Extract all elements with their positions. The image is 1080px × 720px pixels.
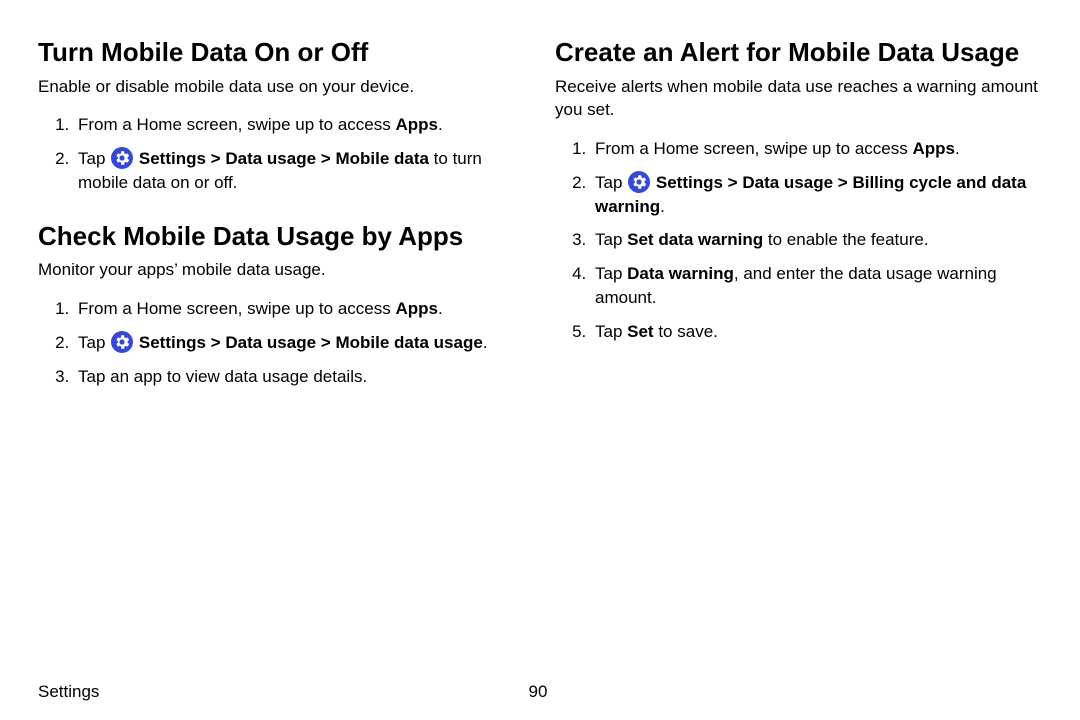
text: Tap — [78, 149, 110, 168]
intro-turn-data: Enable or disable mobile data use on you… — [38, 75, 525, 99]
right-column: Create an Alert for Mobile Data Usage Re… — [555, 30, 1042, 720]
intro-create-alert: Receive alerts when mobile data use reac… — [555, 75, 1042, 123]
step: Tap Settings > Data usage > Billing cycl… — [591, 166, 1042, 224]
bold-set: Set — [627, 322, 653, 341]
bold-apps: Apps — [395, 115, 438, 134]
text: . — [955, 139, 960, 158]
bold-mobiledata: Mobile data — [331, 149, 429, 168]
bold-datausage: Data usage — [738, 173, 833, 192]
text: . — [438, 115, 443, 134]
bold-mobileusage: Mobile data usage — [331, 333, 483, 352]
step: Tap Settings > Data usage > Mobile data … — [74, 142, 525, 200]
bold-settings: Settings — [134, 333, 206, 352]
text: . — [660, 197, 665, 216]
text: Tap — [595, 322, 627, 341]
step: Tap Set to save. — [591, 315, 1042, 349]
step: From a Home screen, swipe up to access A… — [74, 108, 525, 142]
step: From a Home screen, swipe up to access A… — [591, 132, 1042, 166]
text: Tap — [78, 333, 110, 352]
bold-datausage: Data usage — [221, 333, 316, 352]
chevron-icon: > — [321, 149, 331, 168]
step: Tap Set data warning to enable the featu… — [591, 223, 1042, 257]
steps-turn-data: From a Home screen, swipe up to access A… — [38, 108, 525, 199]
settings-icon — [111, 147, 133, 169]
step: Tap Settings > Data usage > Mobile data … — [74, 326, 525, 360]
text: to enable the feature. — [763, 230, 928, 249]
text: Tap — [595, 230, 627, 249]
page-number: 90 — [38, 682, 1038, 702]
chevron-icon: > — [211, 333, 221, 352]
page-footer: Settings 90 — [38, 682, 1038, 702]
settings-icon — [628, 171, 650, 193]
left-column: Turn Mobile Data On or Off Enable or dis… — [38, 30, 525, 720]
steps-check-usage: From a Home screen, swipe up to access A… — [38, 292, 525, 393]
heading-turn-data: Turn Mobile Data On or Off — [38, 36, 525, 69]
text: From a Home screen, swipe up to access — [78, 299, 395, 318]
bold-settings: Settings — [651, 173, 723, 192]
heading-create-alert: Create an Alert for Mobile Data Usage — [555, 36, 1042, 69]
bold-setdatawarn: Set data warning — [627, 230, 763, 249]
text: to save. — [654, 322, 718, 341]
text: Tap — [595, 173, 627, 192]
text: . — [483, 333, 488, 352]
bold-settings: Settings — [134, 149, 206, 168]
bold-apps: Apps — [395, 299, 438, 318]
bold-apps: Apps — [912, 139, 955, 158]
manual-page: Turn Mobile Data On or Off Enable or dis… — [0, 0, 1080, 720]
chevron-icon: > — [211, 149, 221, 168]
intro-check-usage: Monitor your apps’ mobile data usage. — [38, 258, 525, 282]
text: From a Home screen, swipe up to access — [595, 139, 912, 158]
chevron-icon: > — [728, 173, 738, 192]
bold-datausage: Data usage — [221, 149, 316, 168]
heading-check-usage: Check Mobile Data Usage by Apps — [38, 220, 525, 253]
step: From a Home screen, swipe up to access A… — [74, 292, 525, 326]
step: Tap Data warning, and enter the data usa… — [591, 257, 1042, 315]
steps-create-alert: From a Home screen, swipe up to access A… — [555, 132, 1042, 349]
chevron-icon: > — [838, 173, 848, 192]
text: From a Home screen, swipe up to access — [78, 115, 395, 134]
step: Tap an app to view data usage details. — [74, 360, 525, 394]
text: . — [438, 299, 443, 318]
bold-datawarn: Data warning — [627, 264, 734, 283]
settings-icon — [111, 331, 133, 353]
text: Tap — [595, 264, 627, 283]
chevron-icon: > — [321, 333, 331, 352]
